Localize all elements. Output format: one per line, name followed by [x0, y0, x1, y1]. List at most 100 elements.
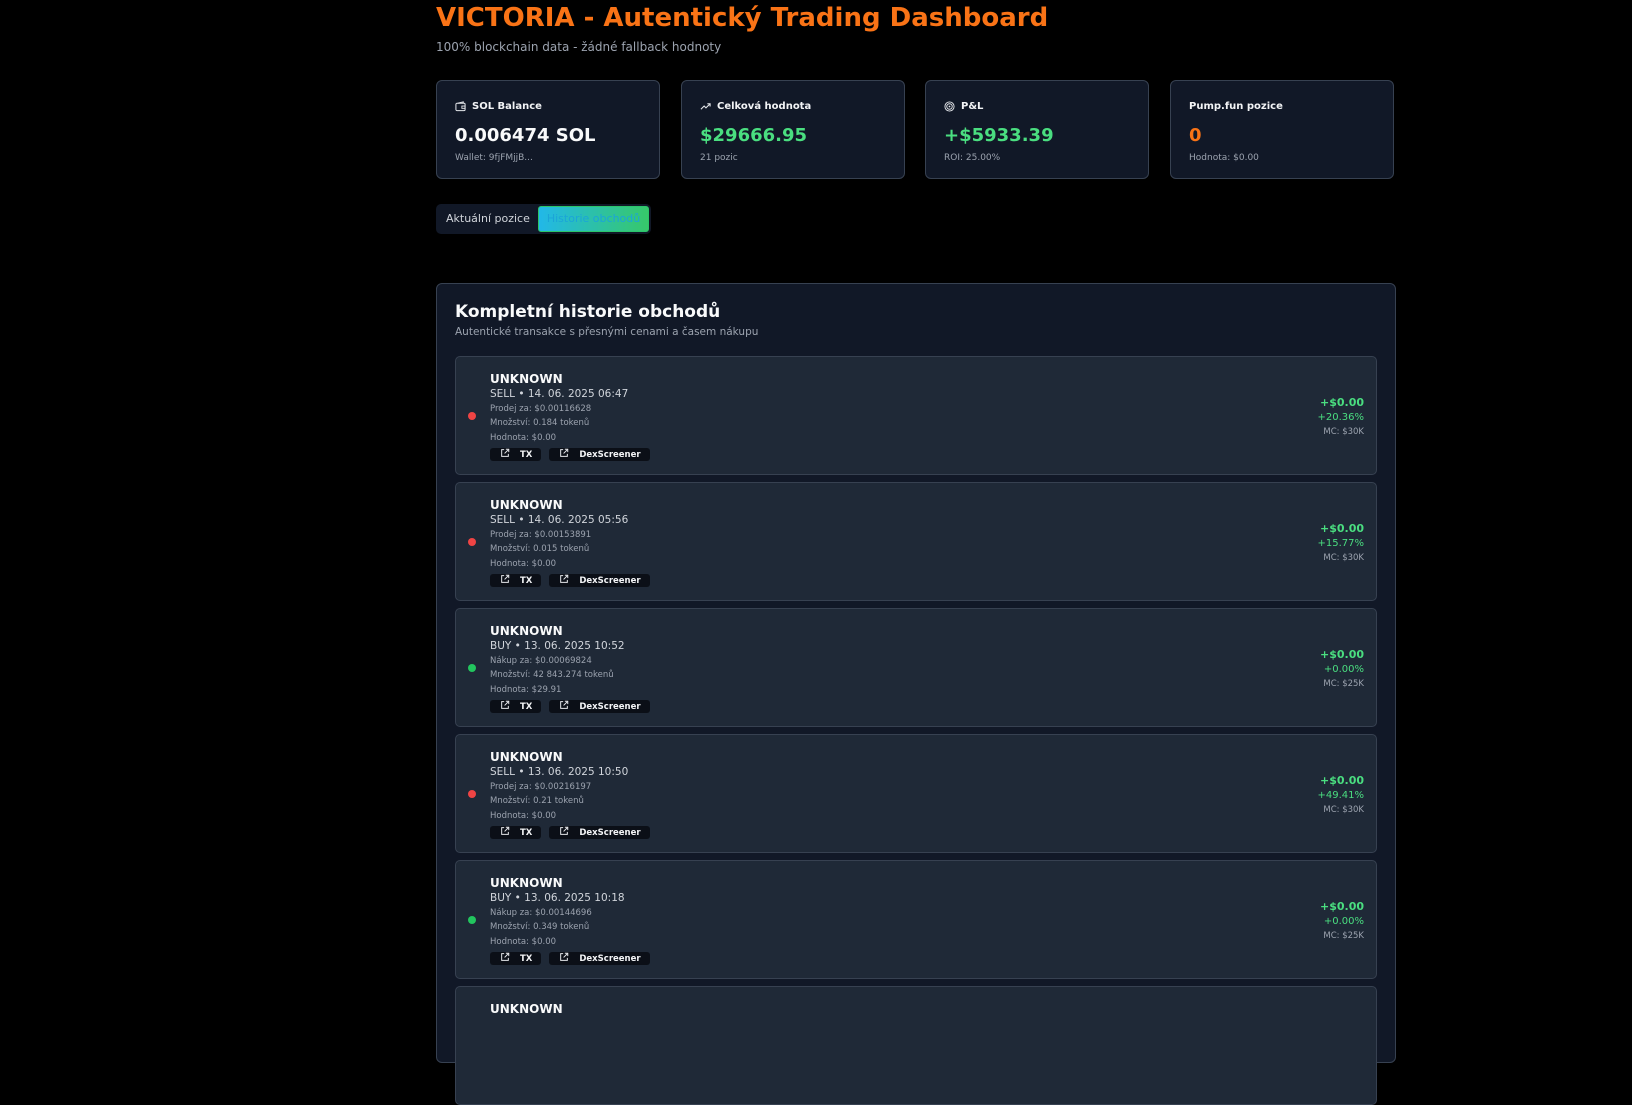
tx-link[interactable]: TX	[490, 700, 542, 713]
total-value-card: Celková hodnota $29666.95 21 pozic	[681, 80, 905, 179]
external-link-icon	[559, 574, 569, 587]
trending-up-icon	[700, 103, 711, 110]
target-icon	[944, 101, 955, 112]
external-link-icon	[500, 448, 510, 461]
external-link-icon	[500, 952, 510, 965]
dexscreener-link[interactable]: DexScreener	[549, 448, 650, 461]
external-link-icon	[500, 826, 510, 839]
trade-result: +$0.00 +15.77% MC: $30K	[1317, 521, 1364, 565]
card-value: 0.006474 SOL	[455, 125, 596, 146]
external-link-icon	[559, 826, 569, 839]
tab-bar: Aktuální pozice Historie obchodů	[436, 204, 652, 234]
trade-result: +$0.00 +0.00% MC: $25K	[1320, 647, 1364, 691]
card-value: $29666.95	[700, 125, 808, 146]
trade-row: UNKNOWN BUY • 13. 06. 2025 10:18 Nákup za:…	[455, 860, 1377, 979]
trade-price: Nákup za: $0.00144696	[490, 908, 592, 918]
trade-token-name: UNKNOWN	[490, 372, 563, 386]
trade-quantity: Množství: 0.349 tokenů	[490, 922, 590, 932]
trade-side-date: SELL • 13. 06. 2025 10:50	[490, 766, 629, 778]
trade-value: Hodnota: $0.00	[490, 559, 557, 569]
trade-pnl: +$0.00	[1319, 774, 1364, 787]
trade-pct: +20.36%	[1317, 412, 1364, 423]
trade-row: UNKNOWN SELL • 14. 06. 2025 05:56 Prodej z…	[455, 482, 1377, 601]
card-value: +$5933.39	[944, 125, 1054, 146]
external-link-icon	[559, 952, 569, 965]
card-label: Celková hodnota	[717, 101, 812, 112]
card-sub: 21 pozic	[700, 153, 738, 163]
trade-result: +$0.00 +20.36% MC: $30K	[1317, 395, 1364, 439]
trade-pct: +49.41%	[1317, 790, 1364, 801]
trade-row: UNKNOWN SELL • 14. 06. 2025 06:47 Prodej z…	[455, 356, 1377, 475]
trade-market-cap: MC: $25K	[1323, 679, 1364, 689]
trade-token-name: UNKNOWN	[490, 498, 563, 512]
trade-row: UNKNOWN	[455, 986, 1377, 1105]
dexscreener-link[interactable]: DexScreener	[549, 700, 650, 713]
trade-row: UNKNOWN BUY • 13. 06. 2025 10:52 Nákup za:…	[455, 608, 1377, 727]
trade-side-date: SELL • 14. 06. 2025 06:47	[490, 388, 629, 400]
sol-balance-card: SOL Balance 0.006474 SOL Wallet: 9fjFMjj…	[436, 80, 660, 179]
trade-token-name: UNKNOWN	[490, 750, 563, 764]
trade-token-name: UNKNOWN	[490, 876, 563, 890]
card-label: SOL Balance	[472, 101, 542, 112]
trade-side-date: BUY • 13. 06. 2025 10:52	[490, 640, 625, 652]
trade-pct: +0.00%	[1323, 916, 1364, 927]
trade-quantity: Množství: 0.21 tokenů	[490, 796, 584, 806]
page-subtitle: 100% blockchain data - žádné fallback ho…	[436, 40, 722, 54]
trade-price: Nákup za: $0.00069824	[490, 656, 592, 666]
trade-quantity: Množství: 42 843.274 tokenů	[490, 670, 614, 680]
tab-current-positions[interactable]: Aktuální pozice	[438, 206, 538, 232]
trade-pnl: +$0.00	[1319, 648, 1364, 661]
pumpfun-card: Pump.fun pozice 0 Hodnota: $0.00	[1170, 80, 1394, 179]
buy-dot	[468, 664, 476, 672]
trade-value: Hodnota: $0.00	[490, 937, 557, 947]
external-link-icon	[559, 448, 569, 461]
trade-value: Hodnota: $0.00	[490, 811, 557, 821]
dexscreener-link[interactable]: DexScreener	[549, 574, 650, 587]
trade-side-date: SELL • 14. 06. 2025 05:56	[490, 514, 629, 526]
history-subtitle: Autentické transakce s přesnými cenami a…	[455, 326, 759, 338]
history-title: Kompletní historie obchodů	[455, 302, 721, 322]
card-label: P&L	[961, 101, 984, 112]
tx-link[interactable]: TX	[490, 826, 542, 839]
trade-row: UNKNOWN SELL • 13. 06. 2025 10:50 Prodej z…	[455, 734, 1377, 853]
card-sub: Hodnota: $0.00	[1189, 153, 1259, 163]
trade-price: Prodej za: $0.00216197	[490, 782, 592, 792]
sell-dot	[468, 412, 476, 420]
trade-result: +$0.00 +49.41% MC: $30K	[1317, 773, 1364, 817]
card-sub: ROI: 25.00%	[944, 153, 1001, 163]
pnl-card: P&L +$5933.39 ROI: 25.00%	[925, 80, 1149, 179]
trade-pnl: +$0.00	[1319, 900, 1364, 913]
page-title: VICTORIA - Autentický Trading Dashboard	[436, 3, 1049, 33]
trade-value: Hodnota: $29.91	[490, 685, 562, 695]
trade-side-date: BUY • 13. 06. 2025 10:18	[490, 892, 625, 904]
trade-pct: +15.77%	[1317, 538, 1364, 549]
external-link-icon	[559, 700, 569, 713]
card-label: Pump.fun pozice	[1189, 101, 1283, 112]
external-link-icon	[500, 700, 510, 713]
sell-dot	[468, 790, 476, 798]
trade-price: Prodej za: $0.00153891	[490, 530, 592, 540]
trade-market-cap: MC: $30K	[1323, 553, 1364, 563]
sell-dot	[468, 538, 476, 546]
external-link-icon	[500, 574, 510, 587]
trade-market-cap: MC: $30K	[1323, 427, 1364, 437]
dexscreener-link[interactable]: DexScreener	[549, 826, 650, 839]
trade-quantity: Množství: 0.015 tokenů	[490, 544, 590, 554]
tx-link[interactable]: TX	[490, 574, 542, 587]
trade-pct: +0.00%	[1323, 664, 1364, 675]
tab-trade-history[interactable]: Historie obchodů	[537, 206, 650, 232]
trade-price: Prodej za: $0.00116628	[490, 404, 592, 414]
trade-quantity: Množství: 0.184 tokenů	[490, 418, 590, 428]
trade-token-name: UNKNOWN	[490, 1002, 563, 1016]
wallet-icon	[455, 101, 466, 112]
trade-token-name: UNKNOWN	[490, 624, 563, 638]
dexscreener-link[interactable]: DexScreener	[549, 952, 650, 965]
tx-link[interactable]: TX	[490, 952, 542, 965]
trade-pnl: +$0.00	[1319, 396, 1364, 409]
tx-link[interactable]: TX	[490, 448, 542, 461]
trade-market-cap: MC: $30K	[1323, 805, 1364, 815]
trade-result: +$0.00 +0.00% MC: $25K	[1320, 899, 1364, 943]
trade-market-cap: MC: $25K	[1323, 931, 1364, 941]
stat-cards: SOL Balance 0.006474 SOL Wallet: 9fjFMjj…	[436, 80, 1396, 181]
trade-value: Hodnota: $0.00	[490, 433, 557, 443]
